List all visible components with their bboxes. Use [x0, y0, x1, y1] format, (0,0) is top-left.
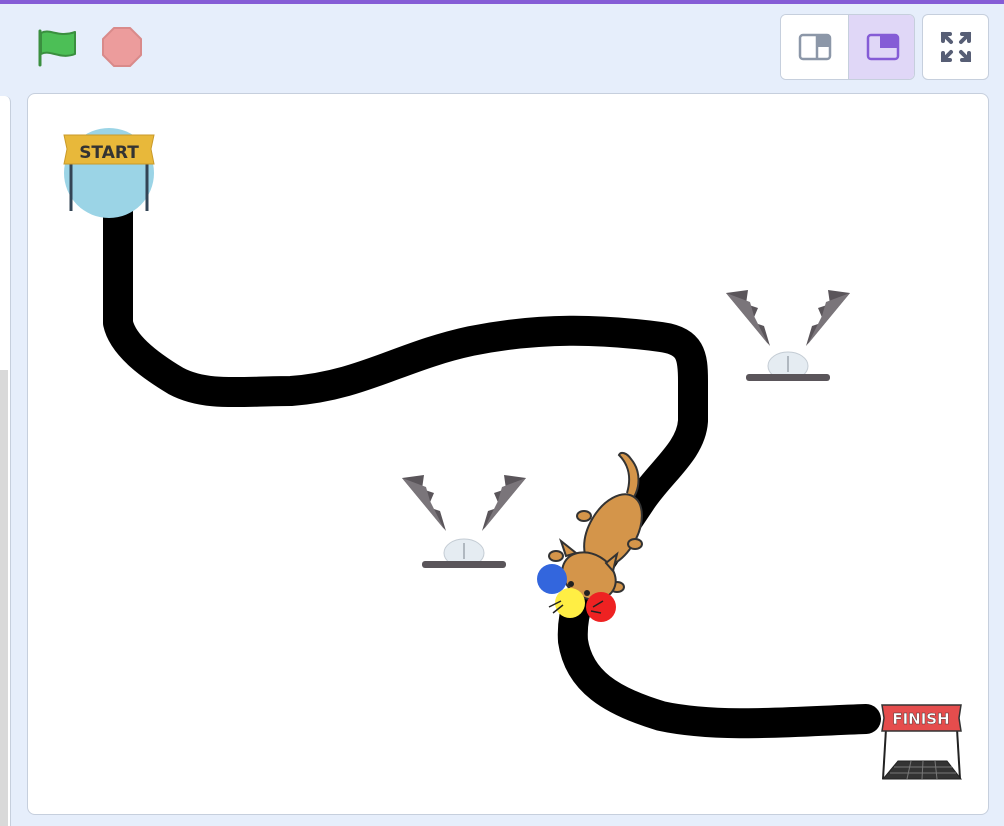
small-stage-icon: [798, 33, 831, 61]
trap[interactable]: [726, 290, 850, 381]
stage-size-toggle: [780, 14, 915, 80]
stop-sign-icon: [102, 27, 142, 67]
fullscreen-button[interactable]: [922, 14, 989, 80]
stage-canvas[interactable]: START FINISH: [27, 93, 989, 815]
start-label: START: [79, 143, 139, 163]
normal-stage-button[interactable]: [848, 15, 914, 79]
green-flag-button[interactable]: [34, 25, 80, 69]
small-stage-button[interactable]: [781, 15, 848, 79]
fullscreen-icon: [940, 32, 971, 62]
yellow-ball[interactable]: [555, 588, 585, 618]
scrollbar[interactable]: [0, 370, 8, 826]
normal-stage-icon: [866, 33, 899, 61]
blue-ball[interactable]: [537, 564, 567, 594]
start-marker[interactable]: START: [63, 128, 155, 218]
menu-bar-edge: [0, 0, 1004, 4]
red-ball[interactable]: [586, 592, 616, 622]
finish-marker[interactable]: FINISH: [881, 704, 963, 780]
finish-label: FINISH: [892, 710, 949, 728]
green-flag-icon: [38, 29, 76, 67]
trap[interactable]: [402, 475, 526, 568]
stop-button[interactable]: [100, 25, 144, 69]
maze-path: [103, 191, 881, 739]
